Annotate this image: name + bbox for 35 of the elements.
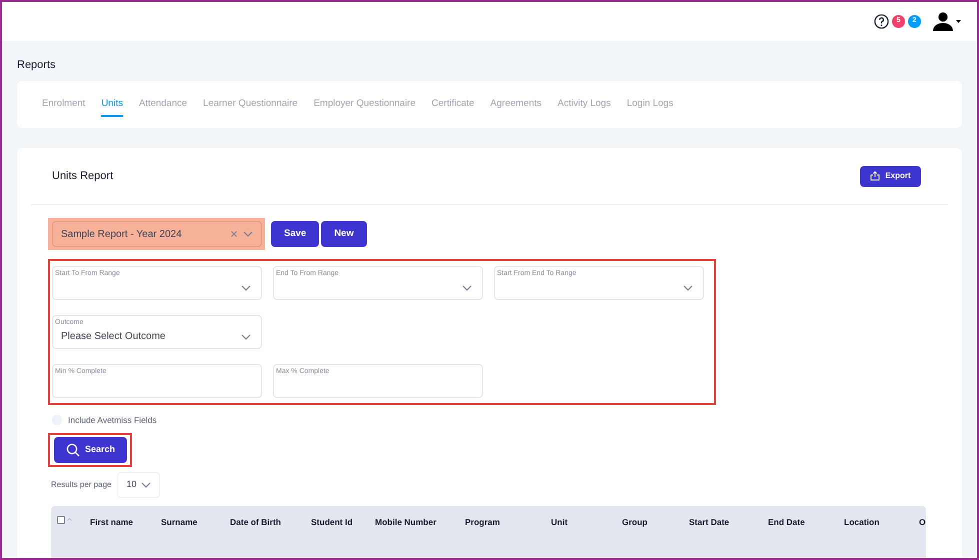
page-title: Reports [17, 60, 57, 71]
chevron-down-icon [241, 334, 251, 340]
column-header[interactable]: First name [90, 516, 161, 528]
results-per-page-label: Results per page [51, 478, 112, 491]
chevron-down-icon [462, 285, 472, 291]
action-button[interactable]: Save [271, 221, 320, 247]
column-header[interactable]: Student Id [311, 516, 375, 528]
saved-report-select[interactable]: Sample Report - Year 2024 [52, 221, 262, 247]
export-button[interactable]: Export [860, 166, 921, 186]
report-title: Units Report [52, 168, 114, 184]
caret-icon[interactable] [956, 20, 961, 23]
select-all-checkbox[interactable] [57, 516, 65, 524]
column-header[interactable]: Program [465, 516, 551, 528]
column-header[interactable]: O [919, 516, 926, 528]
search-button[interactable]: Search [54, 436, 127, 463]
chevron-down-icon [241, 285, 251, 291]
chevron-down-icon [141, 482, 152, 488]
checkbox-label: Include Avetmiss Fields [68, 414, 157, 427]
column-header[interactable]: Surname [161, 516, 230, 528]
column-header[interactable]: Start Date [689, 516, 768, 528]
column-header[interactable]: Group [622, 516, 689, 528]
column-header[interactable]: Location [844, 516, 919, 528]
help-icon[interactable] [874, 14, 889, 29]
search-icon [66, 442, 80, 457]
chevron-down-icon [683, 285, 693, 291]
column-header[interactable]: Mobile Number [375, 516, 465, 528]
user-avatar-icon[interactable] [933, 12, 953, 31]
results-per-page-select[interactable]: 10 [117, 472, 160, 498]
action-button[interactable]: New [321, 221, 367, 247]
upload-icon [870, 171, 880, 181]
clear-icon[interactable] [231, 231, 237, 237]
column-header[interactable]: End Date [768, 516, 844, 528]
column-header[interactable]: Unit [551, 516, 622, 528]
column-header[interactable]: Date of Birth [230, 516, 311, 528]
chevron-down-icon [243, 231, 253, 237]
